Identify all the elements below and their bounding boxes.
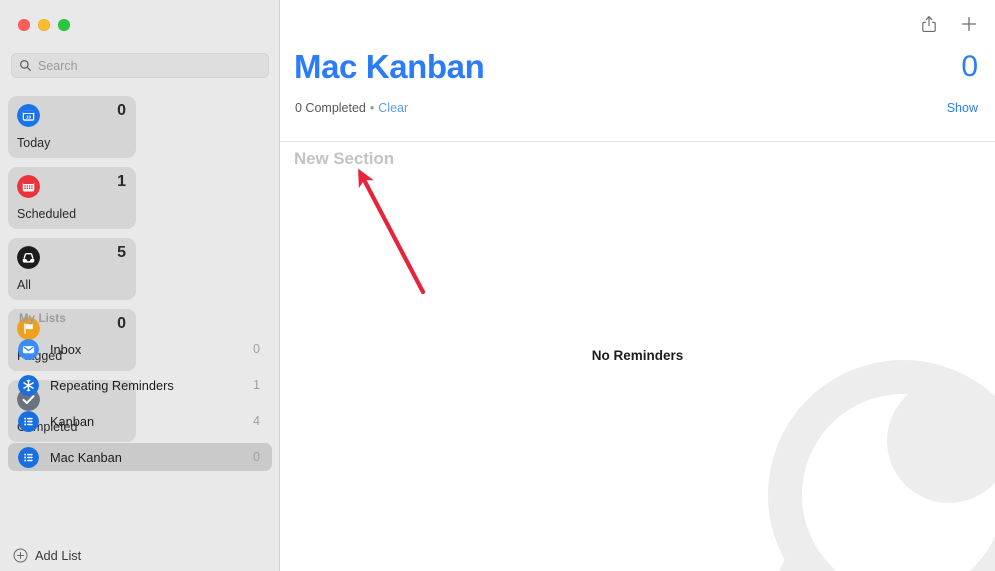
smart-list-today[interactable]: 10 0 Today [8, 96, 136, 158]
list-item-label: Mac Kanban [50, 449, 122, 465]
smart-list-all[interactable]: 5 All [8, 238, 136, 300]
window-controls [18, 19, 70, 31]
new-section-placeholder[interactable]: New Section [294, 149, 394, 169]
list-header: Mac Kanban 0 0 Completed • Clear Show [280, 49, 995, 115]
calendar-icon [17, 175, 40, 198]
snowflake-icon [18, 374, 39, 396]
add-list-button[interactable]: Add List [13, 548, 81, 563]
empty-state-message: No Reminders [591, 348, 684, 363]
smart-list-count: 1 [117, 173, 126, 190]
svg-text:10: 10 [26, 114, 32, 120]
zoom-button[interactable] [58, 19, 70, 31]
completed-meta: 0 Completed • Clear [295, 101, 947, 115]
minimize-button[interactable] [38, 19, 50, 31]
smart-list-scheduled[interactable]: 1 Scheduled [8, 167, 136, 229]
smart-list-label: All [17, 277, 31, 292]
smart-list-count: 0 [117, 102, 126, 119]
inbox-icon [18, 338, 39, 360]
list-item-label: Repeating Reminders [50, 377, 174, 393]
list-item-inbox[interactable]: Inbox 0 [8, 335, 272, 363]
reminders-logo-watermark [768, 360, 995, 571]
toolbar [919, 0, 995, 48]
share-icon[interactable] [919, 14, 939, 34]
reminders-window: 10 0 Today [0, 0, 995, 571]
list-item-mac-kanban[interactable]: Mac Kanban 0 [8, 443, 272, 471]
list-item-count: 0 [253, 450, 260, 464]
smart-list-count: 5 [117, 244, 126, 261]
clear-button[interactable]: Clear [378, 101, 408, 115]
list-icon [18, 446, 39, 468]
completed-count-label: 0 Completed [295, 100, 366, 115]
plus-circle-icon [13, 548, 28, 563]
show-completed-button[interactable]: Show [947, 101, 978, 115]
list-item-kanban[interactable]: Kanban 4 [8, 407, 272, 435]
add-list-label: Add List [35, 548, 82, 563]
header-divider [280, 141, 995, 142]
smart-list-count: 0 [117, 315, 126, 332]
smart-list-label: Scheduled [17, 206, 77, 221]
page-title[interactable]: Mac Kanban [294, 49, 961, 85]
search-icon [20, 60, 31, 71]
list-item-repeating-reminders[interactable]: Repeating Reminders 1 [8, 371, 272, 399]
search-field[interactable] [11, 53, 269, 78]
list-item-label: Inbox [50, 341, 82, 357]
meta-separator: • [369, 100, 375, 115]
calendar-today-icon: 10 [17, 104, 40, 127]
my-lists-header: My Lists [19, 313, 66, 325]
smart-list-label: Today [17, 135, 51, 150]
plus-icon[interactable] [959, 14, 979, 34]
tray-icon [17, 246, 40, 269]
my-lists: Inbox 0 Repeating Reminders 1 Kanban 4 M… [8, 335, 272, 479]
list-item-label: Kanban [50, 413, 95, 429]
list-icon [18, 410, 39, 432]
close-button[interactable] [18, 19, 30, 31]
list-total-count: 0 [961, 50, 978, 83]
list-item-count: 0 [253, 342, 260, 356]
main-content: Mac Kanban 0 0 Completed • Clear Show New … [280, 0, 995, 571]
list-item-count: 1 [253, 378, 260, 392]
search-input[interactable] [38, 58, 261, 73]
sidebar: 10 0 Today [0, 0, 280, 571]
list-item-count: 4 [253, 414, 260, 428]
